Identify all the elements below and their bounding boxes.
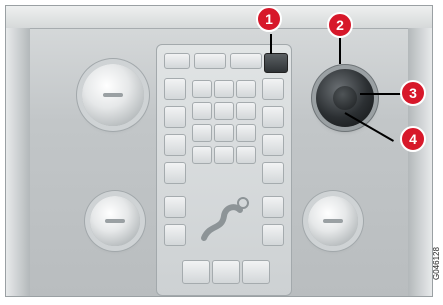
console-button[interactable] bbox=[262, 78, 284, 100]
tune-dial-center[interactable] bbox=[333, 86, 357, 110]
console-button[interactable] bbox=[164, 106, 186, 128]
console-button[interactable] bbox=[164, 196, 186, 218]
callout-3: 3 bbox=[400, 80, 426, 106]
console-button[interactable] bbox=[242, 260, 270, 284]
console-button[interactable] bbox=[164, 53, 190, 69]
console-button[interactable] bbox=[262, 162, 284, 184]
keypad-key[interactable] bbox=[214, 80, 234, 98]
console-button[interactable] bbox=[262, 196, 284, 218]
right-rail bbox=[408, 28, 432, 296]
bottom-left-knob[interactable] bbox=[90, 196, 140, 246]
keypad-key[interactable] bbox=[236, 124, 256, 142]
mycar-button[interactable] bbox=[264, 53, 288, 73]
console-button[interactable] bbox=[194, 53, 226, 69]
callout-3-leader bbox=[360, 93, 404, 95]
console-button[interactable] bbox=[182, 260, 210, 284]
console-button[interactable] bbox=[262, 134, 284, 156]
console-button[interactable] bbox=[164, 162, 186, 184]
callout-2-leader bbox=[339, 38, 341, 64]
left-rail bbox=[6, 28, 30, 296]
console-button[interactable] bbox=[212, 260, 240, 284]
knob-indicator bbox=[323, 219, 343, 223]
callout-1-leader bbox=[270, 34, 272, 54]
keypad-key[interactable] bbox=[236, 102, 256, 120]
dashboard-panel bbox=[5, 5, 433, 297]
image-code: G046128 bbox=[432, 247, 441, 280]
console-button[interactable] bbox=[262, 106, 284, 128]
callout-1-label: 1 bbox=[265, 11, 273, 27]
keypad-key[interactable] bbox=[236, 80, 256, 98]
callout-1: 1 bbox=[256, 6, 282, 32]
console-button[interactable] bbox=[164, 78, 186, 100]
keypad-key[interactable] bbox=[236, 146, 256, 164]
keypad-key[interactable] bbox=[192, 124, 212, 142]
knob-indicator bbox=[105, 219, 125, 223]
bottom-right-knob[interactable] bbox=[308, 196, 358, 246]
callout-3-label: 3 bbox=[409, 85, 417, 101]
callout-2: 2 bbox=[327, 12, 353, 38]
keypad-key[interactable] bbox=[192, 102, 212, 120]
callout-4: 4 bbox=[400, 126, 426, 152]
console-button[interactable] bbox=[262, 224, 284, 246]
top-left-knob[interactable] bbox=[82, 64, 144, 126]
dash-top-strip bbox=[6, 6, 432, 29]
keypad-key[interactable] bbox=[214, 124, 234, 142]
console-button[interactable] bbox=[164, 224, 186, 246]
seat-icon bbox=[201, 197, 249, 241]
figure: 1 2 3 4 G046128 bbox=[0, 0, 443, 305]
console-button[interactable] bbox=[164, 134, 186, 156]
keypad-key[interactable] bbox=[192, 80, 212, 98]
knob-indicator bbox=[103, 93, 123, 97]
callout-2-label: 2 bbox=[336, 17, 344, 33]
console-button[interactable] bbox=[230, 53, 262, 69]
callout-4-label: 4 bbox=[409, 131, 417, 147]
keypad-key[interactable] bbox=[214, 102, 234, 120]
keypad-key[interactable] bbox=[214, 146, 234, 164]
keypad-key[interactable] bbox=[192, 146, 212, 164]
